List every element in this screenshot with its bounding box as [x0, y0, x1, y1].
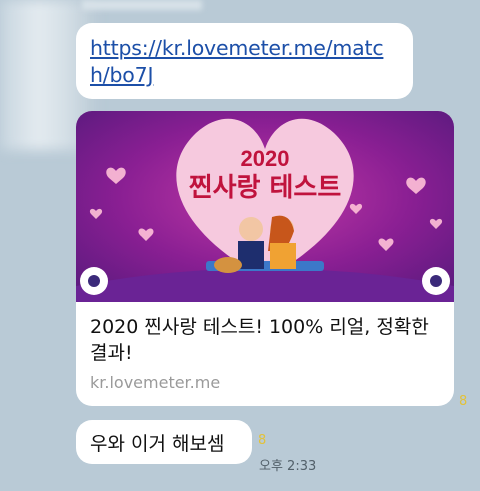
shared-link[interactable]: https://kr.lovemeter.me/match/bo7J [90, 36, 384, 87]
banner-title: 찐사랑 테스트 [189, 173, 342, 203]
preview-title: 2020 찐사랑 테스트! 100% 리얼, 정확한 결과! [90, 316, 429, 364]
message-text: 우와 이거 해보셈 [90, 432, 225, 455]
message-timestamp: 오후 2:33 [259, 459, 317, 474]
unread-count-badge: 8 [258, 433, 267, 448]
preview-banner-image: 2020 찐사랑 테스트 [76, 111, 454, 302]
link-message-bubble[interactable]: https://kr.lovemeter.me/match/bo7J [76, 23, 413, 99]
link-preview-card[interactable]: 2020 찐사랑 테스트 2020 찐사랑 테스트! 100% 리얼, 정확한 … [76, 111, 454, 406]
preview-domain: kr.lovemeter.me [90, 373, 221, 392]
blurred-sender-name [82, 0, 202, 10]
banner-year: 2020 [241, 146, 290, 171]
text-message-bubble[interactable]: 우와 이거 해보셈 [76, 420, 252, 464]
unread-count-badge: 8 [459, 394, 468, 409]
